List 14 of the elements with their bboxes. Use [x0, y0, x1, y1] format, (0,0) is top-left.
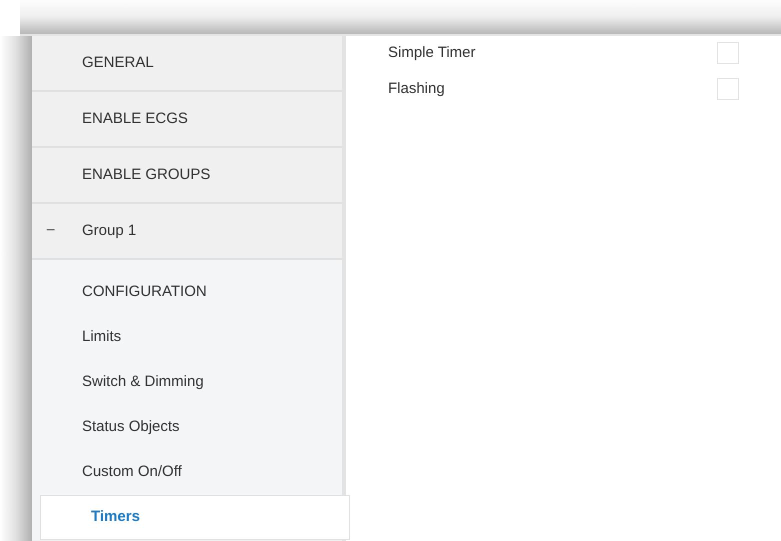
collapse-toggle[interactable]: −	[46, 219, 82, 243]
sidebar-item[interactable]: ENABLE GROUPS	[32, 148, 342, 204]
sidebar-subitem[interactable]: Status Objects	[32, 405, 342, 450]
option-label: Flashing	[388, 78, 445, 99]
option-label: Simple Timer	[388, 42, 476, 63]
sidebar-subitem[interactable]: Switch & Dimming	[32, 360, 342, 405]
sidebar-item[interactable]: GENERAL	[32, 36, 342, 92]
sidebar-subitem[interactable]: Timers	[40, 495, 350, 540]
sidebar-subitem[interactable]: CONFIGURATION	[32, 270, 342, 315]
sidebar-subitem[interactable]: Limits	[32, 315, 342, 360]
checkbox[interactable]	[717, 42, 739, 64]
checkbox[interactable]	[717, 78, 739, 100]
sidebar-subitem[interactable]: Custom On/Off	[32, 450, 342, 495]
sidebar-item[interactable]: ENABLE ECGS	[32, 92, 342, 148]
